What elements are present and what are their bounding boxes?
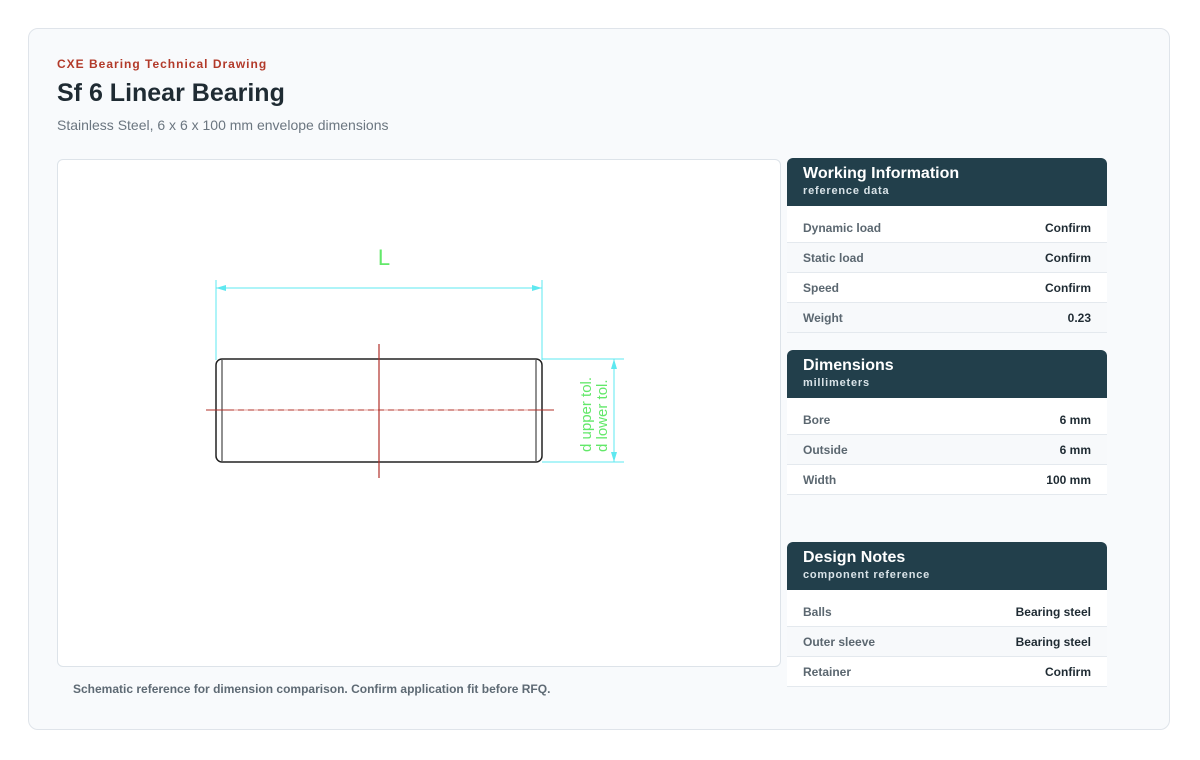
drawing-canvas: L d upper tol. d lower tol.	[206, 245, 624, 478]
spec-label: Dynamic load	[803, 220, 882, 235]
spec-row: Width 100 mm	[787, 465, 1107, 495]
spec-label: Static load	[803, 250, 864, 265]
spec-row: Retainer Confirm	[787, 657, 1107, 687]
spec-value: 6 mm	[1059, 412, 1091, 427]
spec-value: Bearing steel	[1015, 604, 1091, 619]
panel-header: Dimensions millimeters	[787, 350, 1107, 398]
spec-label: Balls	[803, 604, 832, 619]
spec-value: Confirm	[1045, 250, 1091, 265]
panel-subtitle: millimeters	[803, 377, 870, 389]
spec-row: Bore 6 mm	[787, 405, 1107, 435]
spec-label: Bore	[803, 412, 831, 427]
length-label: L	[378, 245, 390, 270]
spec-value: 100 mm	[1046, 472, 1091, 487]
spec-label: Weight	[803, 310, 843, 325]
panel-subtitle: reference data	[803, 185, 890, 197]
spec-row: Weight 0.23	[787, 303, 1107, 333]
spec-value: 6 mm	[1059, 442, 1091, 457]
page-title: Sf 6 Linear Bearing	[57, 79, 285, 107]
spec-value: Confirm	[1045, 664, 1091, 679]
panel-header: Design Notes component reference	[787, 542, 1107, 590]
spec-row: Balls Bearing steel	[787, 597, 1107, 627]
design-notes-panel: Design Notes component reference Balls Be…	[787, 542, 1107, 687]
panel-header: Working Information reference data	[787, 158, 1107, 206]
panel-body: Bore 6 mm Outside 6 mm Width 100 mm	[787, 398, 1107, 495]
spec-row: Outer sleeve Bearing steel	[787, 627, 1107, 657]
spec-row: Speed Confirm	[787, 273, 1107, 303]
panel-subtitle: component reference	[803, 569, 931, 581]
spec-label: Outside	[803, 442, 848, 457]
spec-label: Width	[803, 472, 837, 487]
spec-value: Bearing steel	[1015, 634, 1091, 649]
spec-value: Confirm	[1045, 220, 1091, 235]
lower-tol-label: d lower tol.	[594, 379, 611, 452]
spec-label: Outer sleeve	[803, 634, 876, 649]
length-arrow-right	[532, 285, 542, 291]
spec-row: Dynamic load Confirm	[787, 213, 1107, 243]
panel-body: Dynamic load Confirm Static load Confirm S…	[787, 206, 1107, 333]
panel-title: Dimensions	[803, 357, 894, 374]
panel-body: Balls Bearing steel Outer sleeve Bearing s…	[787, 590, 1107, 687]
drawing-caption: Schematic reference for dimension compar…	[73, 682, 551, 696]
dimensions-panel: Dimensions millimeters Bore 6 mm Outside 6…	[787, 350, 1107, 495]
diameter-arrow-bottom	[611, 452, 617, 462]
spec-row: Outside 6 mm	[787, 435, 1107, 465]
page-subtitle: Stainless Steel, 6 x 6 x 100 mm envelope…	[57, 117, 389, 133]
technical-drawing: L d upper tol. d lower tol.	[57, 159, 781, 667]
panel-title: Working Information	[803, 165, 960, 182]
diameter-arrow-top	[611, 359, 617, 369]
upper-tol-label: d upper tol.	[578, 377, 595, 452]
brand-eyebrow: CXE Bearing Technical Drawing	[57, 57, 268, 71]
spec-value: Confirm	[1045, 280, 1091, 295]
spec-label: Speed	[803, 280, 840, 295]
spec-row: Static load Confirm	[787, 243, 1107, 273]
spec-value: 0.23	[1067, 310, 1091, 325]
spec-label: Retainer	[803, 664, 852, 679]
working-information-panel: Working Information reference data Dynam…	[787, 158, 1107, 333]
length-arrow-left	[216, 285, 226, 291]
panel-title: Design Notes	[803, 549, 906, 566]
